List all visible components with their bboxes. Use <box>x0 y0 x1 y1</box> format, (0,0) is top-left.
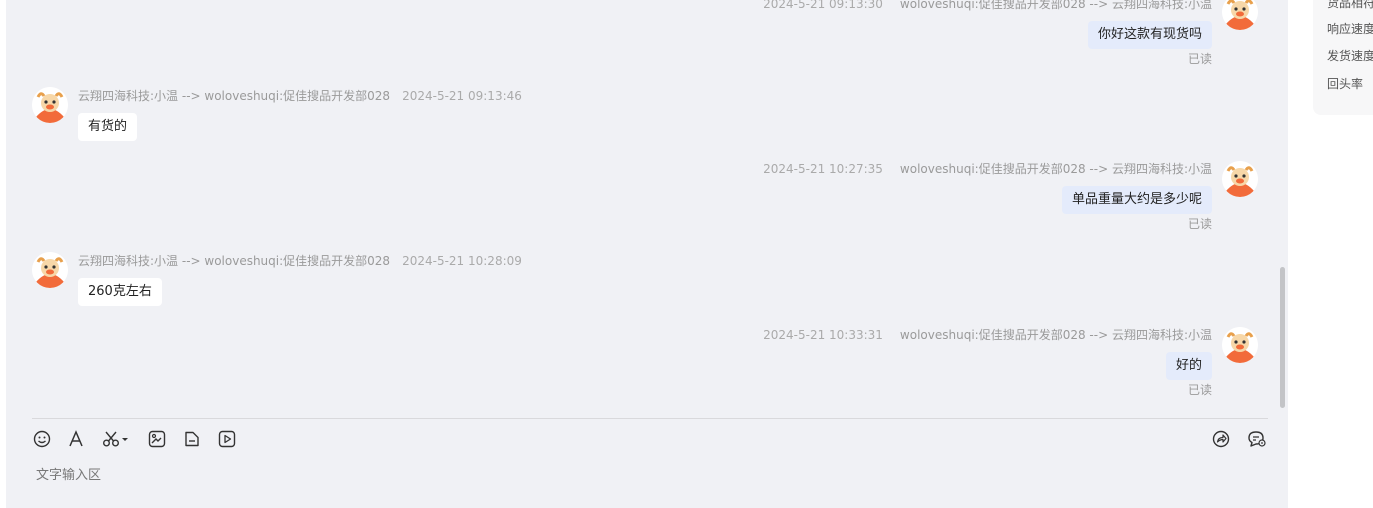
message-route: woloveshuqi:促佳搜品开发部028 --> 云翔四海科技:小温 <box>899 162 1212 176</box>
avatar[interactable] <box>1222 161 1258 197</box>
message-time: 2024-5-21 10:27:35 <box>763 162 883 176</box>
read-status: 已读 <box>1187 383 1212 397</box>
video-icon[interactable] <box>217 429 237 449</box>
message-time: 2024-5-21 09:13:30 <box>763 0 883 11</box>
avatar[interactable] <box>32 252 68 288</box>
stat-label: 发货速度 <box>1327 49 1373 63</box>
app-root: 2024-5-21 09:13:30 woloveshuqi:促佳搜品开发部028… <box>0 0 1373 508</box>
message-route: 云翔四海科技:小温 --> woloveshuqi:促佳搜品开发部028 <box>78 254 391 268</box>
message-bubble[interactable]: 有货的 <box>78 113 138 141</box>
read-status: 已读 <box>1187 217 1212 231</box>
share-icon[interactable] <box>1211 429 1231 449</box>
message-meta: 2024-5-21 10:27:35 woloveshuqi:促佳搜品开发部028… <box>763 162 1212 176</box>
font-icon[interactable] <box>66 429 86 449</box>
scissors-icon[interactable] <box>102 429 130 449</box>
read-status: 已读 <box>1187 52 1212 66</box>
chat-scrollbar[interactable] <box>1280 267 1285 408</box>
message-route: woloveshuqi:促佳搜品开发部028 --> 云翔四海科技:小温 <box>899 0 1212 11</box>
chat-panel: 2024-5-21 09:13:30 woloveshuqi:促佳搜品开发部028… <box>6 0 1288 508</box>
avatar[interactable] <box>1222 327 1258 363</box>
composer-divider <box>32 418 1268 419</box>
stat-label: 回头率 <box>1327 77 1364 91</box>
message-meta: 云翔四海科技:小温 --> woloveshuqi:促佳搜品开发部028 2024… <box>78 254 522 268</box>
message-bubble[interactable]: 单品重量大约是多少呢 <box>1061 186 1212 214</box>
message-time: 2024-5-21 10:28:09 <box>402 254 522 268</box>
stat-label: 货品相符 <box>1327 0 1373 10</box>
image-icon[interactable] <box>147 429 167 449</box>
message-time: 2024-5-21 09:13:46 <box>402 89 522 103</box>
stat-label: 响应速度 <box>1327 22 1373 36</box>
message-meta: 2024-5-21 09:13:30 woloveshuqi:促佳搜品开发部028… <box>763 0 1212 11</box>
avatar[interactable] <box>1222 0 1258 30</box>
message-route: 云翔四海科技:小温 --> woloveshuqi:促佳搜品开发部028 <box>78 89 391 103</box>
message-meta: 云翔四海科技:小温 --> woloveshuqi:促佳搜品开发部028 2024… <box>78 89 522 103</box>
message-time: 2024-5-21 10:33:31 <box>763 328 883 342</box>
message-route: woloveshuqi:促佳搜品开发部028 --> 云翔四海科技:小温 <box>899 328 1212 342</box>
message-bubble[interactable]: 你好这款有现货吗 <box>1087 21 1212 49</box>
message-input[interactable]: 文字输入区 <box>36 464 101 483</box>
message-meta: 2024-5-21 10:33:31 woloveshuqi:促佳搜品开发部028… <box>763 328 1212 342</box>
emoji-icon[interactable] <box>32 429 52 449</box>
message-bubble[interactable]: 260克左右 <box>78 278 162 306</box>
seller-stats-panel: 货品相符 响应速度 发货速度 回头率 <box>1313 0 1373 115</box>
file-icon[interactable] <box>182 429 202 449</box>
chat-settings-icon[interactable] <box>1247 429 1267 449</box>
message-bubble[interactable]: 好的 <box>1165 352 1212 380</box>
avatar[interactable] <box>32 87 68 123</box>
